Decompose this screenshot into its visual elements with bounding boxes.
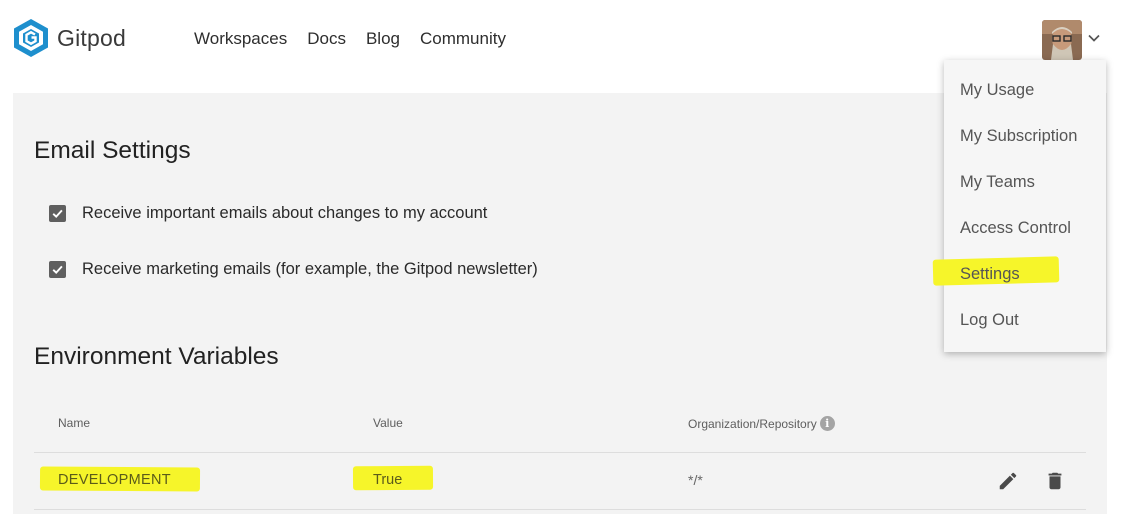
menu-item-access-control[interactable]: Access Control xyxy=(960,219,1071,238)
email-settings-title: Email Settings xyxy=(34,137,191,164)
trash-icon[interactable] xyxy=(1044,470,1066,492)
brand-name: Gitpod xyxy=(57,24,126,51)
nav-blog[interactable]: Blog xyxy=(366,29,400,49)
menu-item-my-subscription[interactable]: My Subscription xyxy=(960,127,1077,146)
column-header-value: Value xyxy=(373,416,403,430)
main-nav: Workspaces Docs Blog Community xyxy=(194,29,526,49)
gitpod-logo[interactable]: Gitpod xyxy=(12,18,126,58)
nav-docs[interactable]: Docs xyxy=(307,29,346,49)
chevron-down-icon[interactable] xyxy=(1087,31,1101,45)
important-emails-option[interactable]: Receive important emails about changes t… xyxy=(49,204,487,223)
nav-community[interactable]: Community xyxy=(420,29,506,49)
env-var-name: DEVELOPMENT xyxy=(58,472,171,488)
env-var-value: True xyxy=(373,472,403,488)
nav-workspaces[interactable]: Workspaces xyxy=(194,29,287,49)
page: Gitpod Workspaces Docs Blog Community Em… xyxy=(0,0,1135,514)
menu-item-log-out[interactable]: Log Out xyxy=(960,311,1019,330)
menu-item-my-usage[interactable]: My Usage xyxy=(960,81,1034,100)
column-header-org-label: Organization/Repository xyxy=(688,416,817,431)
checkbox-checked-icon[interactable] xyxy=(49,205,66,222)
important-emails-label: Receive important emails about changes t… xyxy=(82,204,488,222)
user-dropdown-menu: My Usage My Subscription My Teams Access… xyxy=(932,60,1106,352)
checkbox-checked-icon[interactable] xyxy=(49,261,66,278)
gitpod-logo-icon xyxy=(12,18,50,58)
menu-item-my-teams[interactable]: My Teams xyxy=(960,173,1035,192)
env-vars-title: Environment Variables xyxy=(34,343,279,370)
marketing-emails-label: Receive marketing emails (for example, t… xyxy=(82,260,538,278)
pencil-icon[interactable] xyxy=(997,470,1019,492)
settings-panel: Email Settings Receive important emails … xyxy=(13,93,1107,514)
column-header-org: Organization/Repository i xyxy=(688,416,835,431)
user-avatar[interactable] xyxy=(1042,20,1082,60)
menu-item-settings[interactable]: Settings xyxy=(960,265,1020,284)
table-divider xyxy=(34,509,1086,510)
marketing-emails-option[interactable]: Receive marketing emails (for example, t… xyxy=(49,260,538,279)
table-divider xyxy=(34,452,1086,453)
env-var-org: */* xyxy=(688,472,703,488)
column-header-name: Name xyxy=(58,416,91,430)
info-icon[interactable]: i xyxy=(819,416,835,431)
